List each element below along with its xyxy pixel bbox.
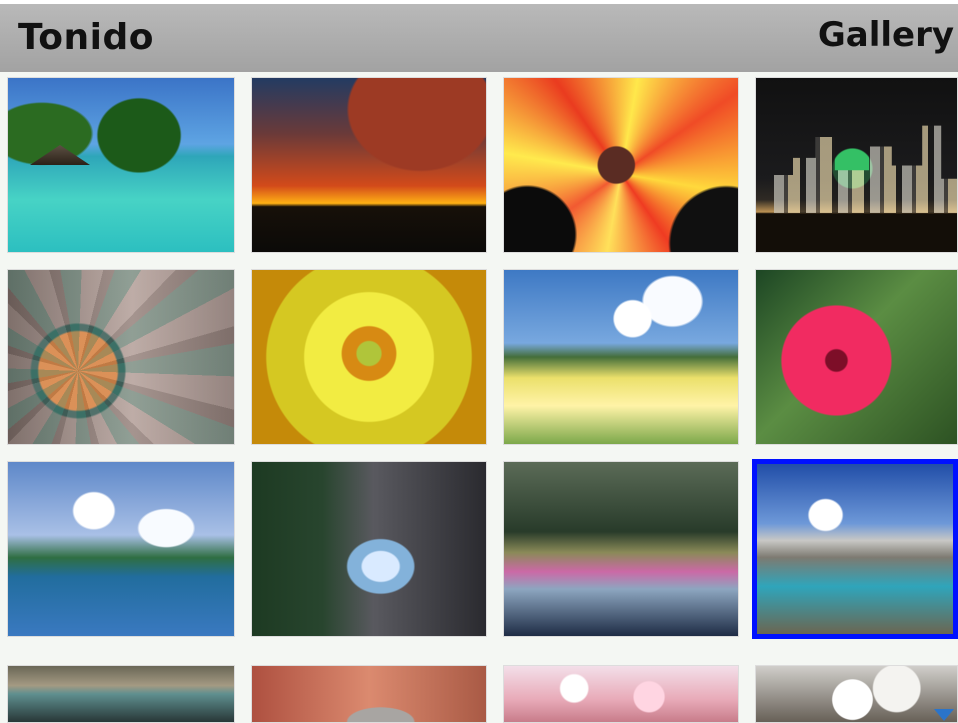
photo-thumbnail-meadow[interactable]: meadow-photo	[503, 269, 739, 445]
photo-thumbnail-beach-hut[interactable]: beach-hut-photo	[7, 77, 235, 253]
app-title: Tonido	[18, 17, 154, 58]
gallery-title: Gallery	[817, 15, 954, 55]
tonido-gallery-app: Tonido Gallery beach-hut-photo sunset-ph…	[0, 0, 958, 723]
photo-thumbnail-mountain-lake-selected[interactable]: mountain-lake-photo	[752, 459, 958, 639]
photo-grid: beach-hut-photo sunset-photo tulip-photo…	[0, 72, 958, 723]
photo-thumbnail-pine-cone[interactable]: pine-cone-photo	[251, 665, 487, 723]
photo-thumbnail-elk-lake[interactable]: elk-lake-photo	[503, 461, 739, 637]
photo-thumbnail-night-city[interactable]: night-city-photo	[755, 77, 958, 253]
photo-thumbnail-coastline[interactable]: coastline-photo	[7, 461, 235, 637]
photo-thumbnail-cherry-blossom[interactable]: cherry-blossom-photo	[503, 665, 739, 723]
photo-thumbnail-yellow-flower[interactable]: yellow-flower-photo	[251, 269, 487, 445]
photo-thumbnail-tulip[interactable]: tulip-photo	[503, 77, 739, 253]
photo-thumbnail-waterfall[interactable]: waterfall-photo	[251, 461, 487, 637]
photo-thumbnail-white-flowers[interactable]: white-flowers-photo	[755, 665, 958, 723]
title-bar: Tonido Gallery	[0, 0, 958, 72]
photo-thumbnail-rocky-stream[interactable]: rocky-stream-photo	[7, 665, 235, 723]
photo-thumbnail-sunset[interactable]: sunset-photo	[251, 77, 487, 253]
photo-thumbnail-hibiscus[interactable]: hibiscus-photo	[755, 269, 958, 445]
scroll-down-arrow-icon[interactable]	[934, 709, 954, 721]
photo-thumbnail-yarn-ball[interactable]: yarn-ball-photo	[7, 269, 235, 445]
